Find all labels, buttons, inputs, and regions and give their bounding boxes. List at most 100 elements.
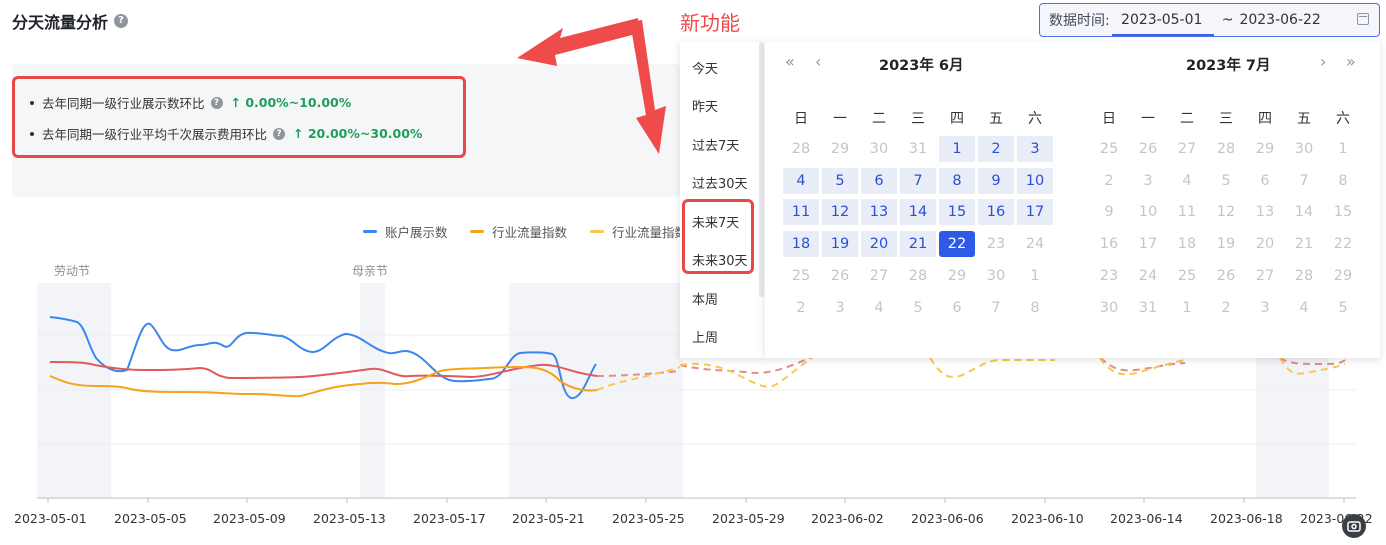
calendar-day[interactable]: 7 [900, 167, 936, 194]
calendar-day[interactable]: 16 [1091, 231, 1127, 257]
calendar-day[interactable]: 31 [900, 136, 936, 162]
calendar-day[interactable]: 8 [1325, 168, 1361, 194]
calendar-day[interactable]: 31 [1130, 295, 1166, 321]
calendar-day[interactable]: 11 [783, 199, 819, 226]
calendar-day[interactable]: 25 [1169, 263, 1205, 289]
quick-option-last-week[interactable]: 上周 [692, 327, 718, 346]
quick-option-today[interactable]: 今天 [692, 58, 718, 77]
left-month-title[interactable]: 2023年 6月 [879, 54, 964, 75]
calendar-day[interactable]: 19 [1208, 231, 1244, 257]
calendar-day[interactable]: 6 [861, 167, 897, 194]
calendar-day[interactable]: 29 [939, 263, 975, 289]
x-tick-label: 2023-06-06 [911, 511, 984, 526]
calendar-day[interactable]: 10 [1130, 199, 1166, 225]
calendar-day[interactable]: 8 [939, 167, 975, 194]
calendar-day[interactable]: 12 [822, 199, 858, 226]
calendar-day[interactable]: 18 [783, 231, 819, 258]
weekday-header: 四 [1258, 111, 1272, 127]
float-action-button[interactable] [1342, 514, 1366, 538]
calendar-day[interactable]: 17 [1130, 231, 1166, 257]
calendar-day[interactable]: 6 [1247, 168, 1283, 194]
calendar-day[interactable]: 24 [1017, 231, 1053, 257]
calendar-day[interactable]: 4 [1286, 295, 1322, 321]
calendar-day[interactable]: 7 [978, 295, 1014, 321]
calendar-day[interactable]: 20 [861, 231, 897, 258]
calendar-day[interactable]: 9 [1091, 199, 1127, 225]
calendar-day[interactable]: 19 [822, 231, 858, 258]
calendar-day[interactable]: 6 [939, 295, 975, 321]
calendar-day[interactable]: 13 [861, 199, 897, 226]
calendar-day[interactable]: 28 [1286, 263, 1322, 289]
calendar-day[interactable]: 12 [1208, 199, 1244, 225]
calendar-day[interactable]: 29 [1325, 263, 1361, 289]
calendar-day[interactable]: 17 [1017, 199, 1053, 226]
calendar-day[interactable]: 10 [1017, 167, 1053, 194]
prev-year-icon[interactable]: « [785, 52, 795, 71]
calendar-day[interactable]: 25 [783, 263, 819, 289]
calendar-day[interactable]: 4 [783, 167, 819, 194]
calendar-day[interactable]: 26 [1208, 263, 1244, 289]
calendar-day[interactable]: 30 [861, 136, 897, 162]
calendar-day[interactable]: 2 [978, 136, 1014, 162]
calendar-day[interactable]: 27 [861, 263, 897, 289]
calendar-day[interactable]: 22 [1325, 231, 1361, 257]
calendar-day[interactable]: 26 [1130, 136, 1166, 162]
calendar-day[interactable]: 28 [783, 136, 819, 162]
next-month-icon[interactable]: › [1320, 52, 1326, 71]
calendar-day[interactable]: 2 [1208, 295, 1244, 321]
calendar-day[interactable]: 2 [1091, 168, 1127, 194]
calendar-day[interactable]: 21 [900, 231, 936, 258]
calendar-day[interactable]: 27 [1169, 136, 1205, 162]
calendar-day[interactable]: 1 [1169, 295, 1205, 321]
calendar-day[interactable]: 1 [1325, 136, 1361, 162]
calendar-day[interactable]: 5 [1325, 295, 1361, 321]
calendar-day[interactable]: 27 [1247, 263, 1283, 289]
calendar-day[interactable]: 23 [1091, 263, 1127, 289]
scrollbar[interactable] [759, 42, 764, 297]
quick-option-yesterday[interactable]: 昨天 [692, 96, 718, 115]
calendar-day[interactable]: 14 [900, 199, 936, 226]
calendar-day[interactable]: 8 [1017, 295, 1053, 321]
calendar-day[interactable]: 5 [900, 295, 936, 321]
calendar-day[interactable]: 3 [1017, 136, 1053, 162]
right-month-title[interactable]: 2023年 7月 [1186, 54, 1271, 75]
calendar-day[interactable]: 21 [1286, 231, 1322, 257]
calendar-day[interactable]: 20 [1247, 231, 1283, 257]
calendar-day[interactable]: 2 [783, 295, 819, 321]
quick-option-last-7[interactable]: 过去7天 [692, 135, 739, 154]
calendar-day[interactable]: 11 [1169, 199, 1205, 225]
calendar-day[interactable]: 23 [978, 231, 1014, 257]
calendar-day[interactable]: 18 [1169, 231, 1205, 257]
calendar-day[interactable]: 5 [1208, 168, 1244, 194]
quick-option-this-week[interactable]: 本周 [692, 289, 718, 308]
calendar-day[interactable]: 26 [822, 263, 858, 289]
calendar-day[interactable]: 3 [822, 295, 858, 321]
calendar-day[interactable]: 5 [822, 167, 858, 194]
calendar-day[interactable]: 29 [1247, 136, 1283, 162]
calendar-day[interactable]: 28 [900, 263, 936, 289]
calendar-day[interactable]: 25 [1091, 136, 1127, 162]
calendar-day[interactable]: 15 [939, 199, 975, 226]
calendar-day[interactable]: 30 [978, 263, 1014, 289]
prev-month-icon[interactable]: ‹ [815, 52, 821, 71]
calendar-day[interactable]: 3 [1247, 295, 1283, 321]
calendar-day[interactable]: 4 [861, 295, 897, 321]
next-year-icon[interactable]: » [1346, 52, 1356, 71]
calendar-day[interactable]: 16 [978, 199, 1014, 226]
quick-option-last-30[interactable]: 过去30天 [692, 173, 748, 192]
calendar-day[interactable]: 13 [1247, 199, 1283, 225]
calendar-day[interactable]: 3 [1130, 168, 1166, 194]
calendar-day[interactable]: 29 [822, 136, 858, 162]
calendar-day[interactable]: 14 [1286, 199, 1322, 225]
calendar-day[interactable]: 28 [1208, 136, 1244, 162]
calendar-day[interactable]: 4 [1169, 168, 1205, 194]
calendar-day[interactable]: 30 [1091, 295, 1127, 321]
calendar-day[interactable]: 30 [1286, 136, 1322, 162]
calendar-day[interactable]: 1 [939, 136, 975, 162]
calendar-day[interactable]: 7 [1286, 168, 1322, 194]
calendar-day[interactable]: 1 [1017, 263, 1053, 289]
calendar-day[interactable]: 15 [1325, 199, 1361, 225]
calendar-day[interactable]: 24 [1130, 263, 1166, 289]
calendar-day[interactable]: 22 [939, 231, 975, 258]
calendar-day[interactable]: 9 [978, 167, 1014, 194]
